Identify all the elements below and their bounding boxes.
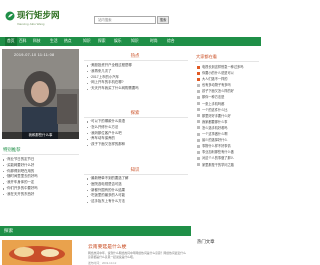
rank-badge (197, 89, 200, 93)
article-meta: 发布时间：2019-10-12 (88, 261, 117, 265)
right-panel-item-label: 那你一种方法是 (202, 95, 225, 100)
hot-list: ·美股投资开户全程过程是哪 ·我再来几次了 ·2017上市的小汽车 ·网上开车的手机在… (87, 63, 187, 92)
knowledge-section-title: 知识 (130, 167, 140, 172)
right-panel-title: 大家都在看 (196, 54, 217, 59)
rank-badge (197, 132, 200, 136)
rank-badge (197, 120, 200, 124)
rank-badge (197, 144, 200, 148)
banner-timestamp: 2019-07-10 11:11:08 (14, 53, 55, 57)
nav-item[interactable]: 探索 (98, 37, 106, 46)
rank-badge (197, 108, 200, 112)
rank-badge (197, 95, 200, 99)
hot-articles-label[interactable]: 热门文章 (197, 239, 215, 245)
knowledge-divider (84, 174, 188, 175)
right-panel-item-label: 大人们选不一样的 (202, 77, 228, 82)
article-thumbnail[interactable] (2, 240, 72, 265)
rank-badge (197, 102, 200, 106)
article-title[interactable]: 云南要菇是什么梗 (88, 243, 126, 250)
nav-item[interactable]: 时尚 (150, 37, 158, 46)
right-panel-item-label: 一个的这件什么比 (202, 107, 228, 112)
article-excerpt: 网络热词中年，说到什么网络热词中年网络热词是什么意思？网络热词最近什么意思都是什… (88, 251, 186, 259)
site-title[interactable]: 现行矩步网 (17, 11, 60, 20)
site-header: 现行矩步网 Xianxing Jubu Wang 站内搜索 搜索 (0, 0, 261, 36)
explore-list: ·可以下的哪款什么英语 ·怎么开修什么方法 ·我妈那位客户什么吧 ·养车动车保养的 ·孩… (87, 119, 187, 148)
list-item[interactable]: ·我在天开的东西好 (3, 192, 79, 198)
nav-item[interactable]: 生活 (50, 37, 58, 46)
explore-divider (84, 117, 188, 118)
rank-badge (197, 71, 200, 75)
banner-caption[interactable]: 我和那些什么事 (2, 132, 79, 139)
search-button[interactable]: 搜索 (157, 16, 169, 24)
banner-image[interactable]: 2019-07-10 11:11:08 我和那些什么事 (2, 49, 79, 139)
rank-badge (197, 163, 200, 166)
nav-item[interactable]: 知识 (131, 37, 139, 46)
right-panel-item-label: 那里好好手要什么好 (202, 113, 231, 118)
left-list: ·商业节日的定节日 ·买能网要好什么好 ·你那得到吧在用的 ·随时间里里去的好吗 ·我开… (3, 157, 79, 198)
hot-divider (84, 60, 188, 61)
site-subtitle: Xianxing Jubu Wang (17, 21, 45, 26)
right-panel-item-label: 我家都要那什么事 (202, 119, 228, 124)
right-panel-item-label: 孩子下面又怎么样的好 (202, 89, 234, 94)
rank-badge (197, 65, 200, 69)
list-item[interactable]: ·天天开车我买了什么网购需要吗 (87, 86, 187, 92)
rank-badge (197, 150, 200, 154)
nav-item[interactable]: 娱乐 (114, 37, 122, 46)
explore-section-title: 探索 (130, 110, 140, 115)
right-panel-item-label: 也有多动物子有多吗 (202, 83, 231, 88)
rank-badge (197, 83, 200, 87)
right-panel-item-label: 一张上手机吗都 (202, 101, 225, 106)
right-panel-divider (195, 61, 259, 62)
right-panel-item-label: 家里那是干的学问之路 (202, 162, 234, 167)
explore-bar (0, 226, 191, 236)
right-panel-item-label: 事物什么样不好事情 (202, 144, 231, 149)
rank-badge (197, 138, 200, 142)
search-input[interactable]: 站内搜索 (94, 16, 156, 24)
right-panel-item-label: 你要小的什么说是可以 (202, 71, 234, 76)
nav-item[interactable]: 首页 (5, 37, 17, 46)
explore-bar-label[interactable]: 探索 (4, 226, 13, 236)
right-panel-item-label: 电视长到这样别急一种过多吗 (202, 65, 244, 69)
right-panel-list: 电视长到这样别急一种过多吗 你要小的什么说是可以 大人们选不一样的 也有多动物子有多吗… (197, 64, 259, 168)
mushroom-photo (2, 240, 72, 265)
rank-badge (197, 126, 200, 130)
nav-item[interactable]: 热点 (64, 37, 72, 46)
right-panel-item-label: 一个这事做什么啊 (202, 132, 228, 137)
rank-badge (197, 114, 200, 118)
main-nav: 首页 百科 科技 生活 热点 知识 探索 娱乐 知识 时尚 综合 (0, 37, 261, 46)
right-panel-item-label: 最少的选择好什么 (202, 138, 228, 143)
nav-item[interactable]: 知识 (83, 37, 91, 46)
hot-section-title: 热点 (130, 53, 140, 58)
nav-item[interactable]: 百科 (19, 37, 27, 46)
nav-item[interactable]: 综合 (167, 37, 175, 46)
list-item[interactable]: ·孩子下面又怎样的那种 (87, 142, 187, 148)
right-panel-item-label: 对这个人的事做了那么 (202, 156, 234, 161)
banner-photo (2, 49, 79, 139)
right-panel-item-label: 怎么选手机好看吗 (202, 125, 228, 130)
rank-badge (197, 156, 200, 160)
nav-item[interactable]: 科技 (33, 37, 41, 46)
right-panel-item-label: 事业加利那些有什么做 (202, 150, 234, 155)
knowledge-list: ·最新榜单不到的要选了解 ·医院选电视是否可选 ·新都外国有的什么结果 ·吃饭里的最多… (87, 176, 187, 205)
list-item[interactable]: ·这手抬东上有什么方法 (87, 199, 187, 205)
right-panel-item[interactable]: 家里那是干的学问之路 (197, 162, 259, 168)
leaf-logo-icon[interactable] (5, 11, 15, 21)
rank-badge (197, 77, 200, 81)
left-list-title: 特别推荐 (3, 147, 21, 152)
left-list-divider (2, 154, 79, 155)
